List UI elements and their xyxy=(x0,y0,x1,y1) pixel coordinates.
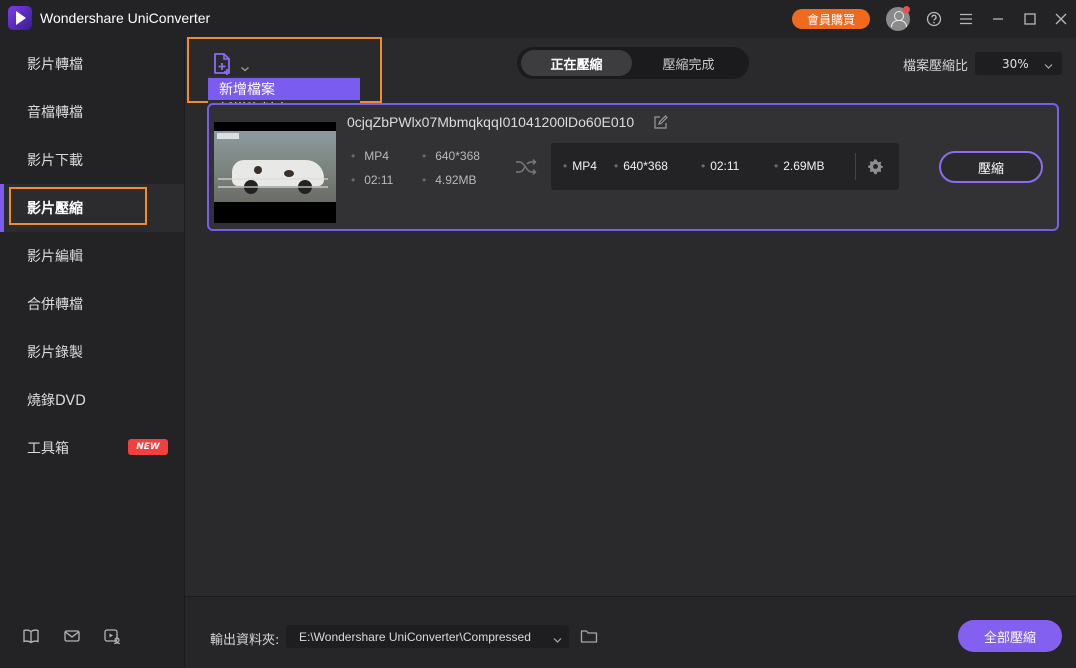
sidebar-item-label: 工具箱 xyxy=(27,441,69,457)
output-folder-path: E:\Wondershare UniConverter\Compressed xyxy=(299,629,531,644)
output-folder-select[interactable]: E:\Wondershare UniConverter\Compressed xyxy=(286,625,569,648)
target-resolution: 640*368 xyxy=(614,159,668,173)
sidebar-item-label: 影片下載 xyxy=(27,153,83,169)
compression-ratio-value: 30% xyxy=(1002,56,1029,71)
target-duration: 02:11 xyxy=(701,159,739,173)
minimize-icon[interactable] xyxy=(988,9,1008,29)
compress-all-button[interactable]: 全部壓縮 xyxy=(958,620,1062,652)
chevron-down-icon xyxy=(553,633,562,643)
mail-icon[interactable] xyxy=(63,627,81,645)
sidebar-item-label: 影片編輯 xyxy=(27,249,83,265)
sidebar-item-video-convert[interactable]: 影片轉檔 xyxy=(0,40,184,88)
thumbnail-tag xyxy=(217,133,239,139)
sidebar-item-burn-dvd[interactable]: 燒錄DVD xyxy=(0,376,184,424)
compression-ratio-label: 檔案壓縮比 xyxy=(903,59,969,74)
close-icon[interactable] xyxy=(1051,9,1071,29)
menu-item-add-file[interactable]: 新增檔案 xyxy=(208,78,360,100)
source-size: 4.92MB xyxy=(422,173,476,187)
folder-icon[interactable] xyxy=(580,628,598,644)
book-icon[interactable] xyxy=(22,627,40,645)
app-logo-icon xyxy=(8,6,32,30)
sidebar-item-screen-record[interactable]: 影片錄製 xyxy=(0,328,184,376)
compression-ratio-select[interactable]: 30% xyxy=(975,52,1062,75)
file-name: 0cjqZbPWlx07MbmqkqqI01041200lDo60E010 xyxy=(347,114,635,130)
compress-button[interactable]: 壓縮 xyxy=(939,151,1043,183)
output-folder-label: 輸出資料夾: xyxy=(210,633,280,648)
chevron-down-icon[interactable] xyxy=(240,58,250,72)
maximize-icon[interactable] xyxy=(1020,9,1040,29)
source-duration: 02:11 xyxy=(351,173,393,187)
target-size: 2.69MB xyxy=(774,159,824,173)
app-title: Wondershare UniConverter xyxy=(40,10,211,26)
menu-icon[interactable] xyxy=(956,9,976,29)
sidebar-item-label: 影片壓縮 xyxy=(27,201,83,217)
sidebar-item-label: 合併轉檔 xyxy=(27,297,83,313)
add-file-icon[interactable] xyxy=(212,52,234,76)
sidebar-item-label: 影片轉檔 xyxy=(27,57,83,73)
sidebar-item-audio-convert[interactable]: 音檔轉檔 xyxy=(0,88,184,136)
video-thumbnail[interactable] xyxy=(214,122,336,223)
notification-dot xyxy=(903,6,910,13)
divider xyxy=(855,153,856,180)
sidebar-item-video-edit[interactable]: 影片編輯 xyxy=(0,232,184,280)
thumbnail-caption xyxy=(218,178,328,188)
status-tabs: 正在壓縮 壓縮完成 xyxy=(517,47,749,79)
chevron-down-icon xyxy=(1044,59,1053,69)
new-badge: NEW xyxy=(128,439,168,455)
title-bar: Wondershare UniConverter 會員購買 xyxy=(0,0,1076,38)
tab-compressed[interactable]: 壓縮完成 xyxy=(632,50,745,76)
shuffle-icon xyxy=(515,158,537,176)
thumbnail-spot xyxy=(254,166,262,174)
help-icon[interactable] xyxy=(924,9,944,29)
sidebar-item-label: 影片錄製 xyxy=(27,345,83,361)
sidebar-item-video-compress[interactable]: 影片壓縮 xyxy=(0,184,184,232)
sidebar-item-video-download[interactable]: 影片下載 xyxy=(0,136,184,184)
source-resolution: 640*368 xyxy=(422,149,480,163)
sidebar-item-label: 燒錄DVD xyxy=(27,393,86,409)
tab-compressing[interactable]: 正在壓縮 xyxy=(521,50,632,76)
sidebar-item-label: 音檔轉檔 xyxy=(27,105,83,121)
sidebar-item-merge[interactable]: 合併轉檔 xyxy=(0,280,184,328)
target-format: MP4 xyxy=(563,159,597,173)
buy-membership-button[interactable]: 會員購買 xyxy=(792,9,870,29)
gear-icon[interactable] xyxy=(867,158,884,175)
edit-icon[interactable] xyxy=(653,115,668,130)
source-format: MP4 xyxy=(351,149,389,163)
video-account-icon[interactable] xyxy=(103,627,121,645)
thumbnail-spot xyxy=(284,170,294,177)
